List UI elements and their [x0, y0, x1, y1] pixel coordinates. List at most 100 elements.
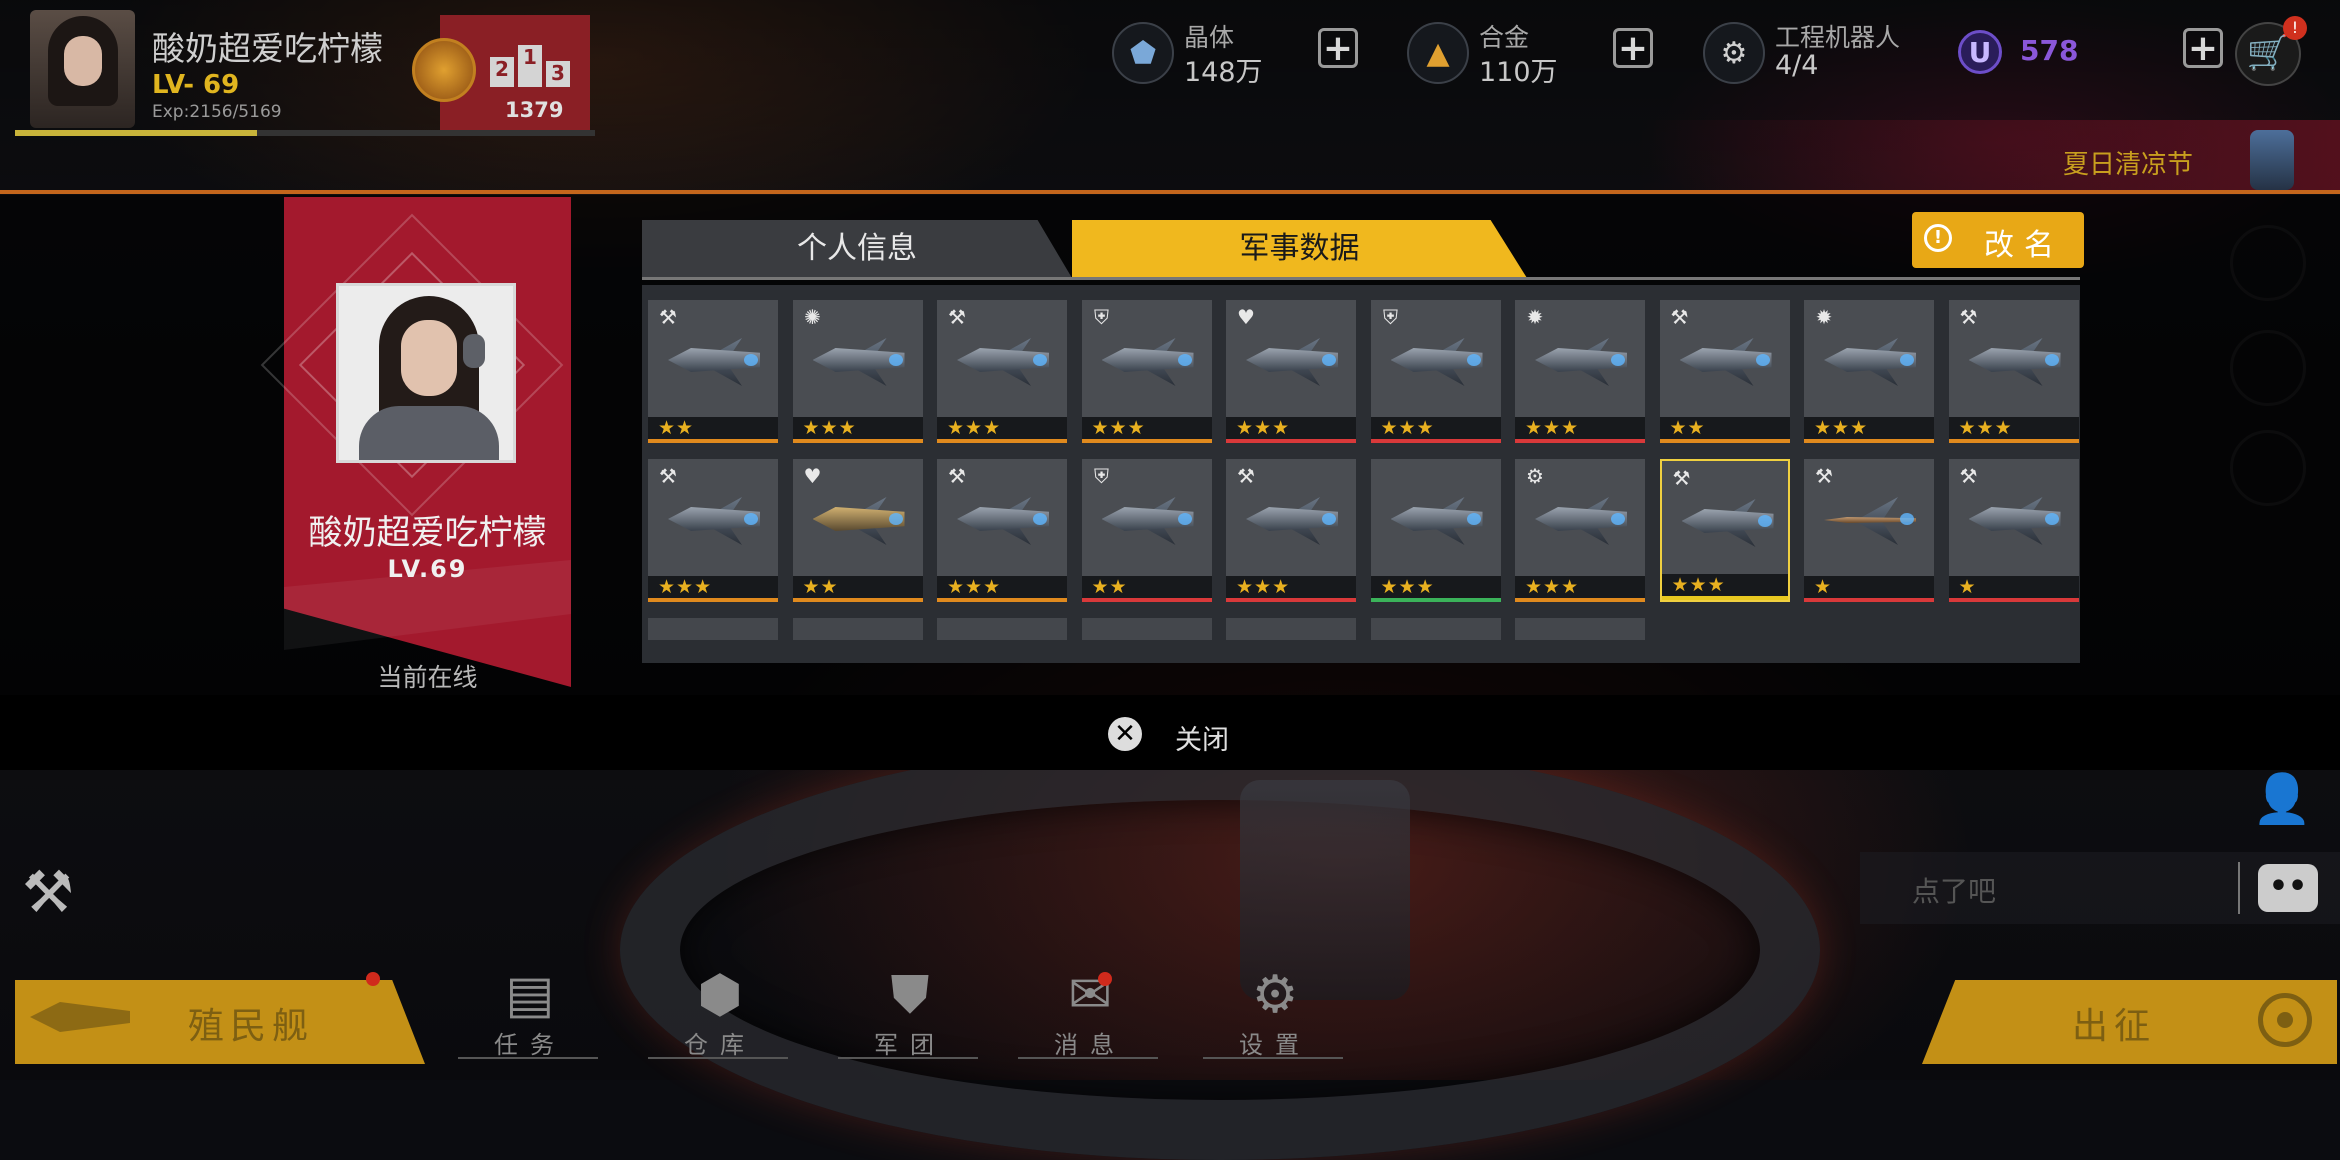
podium-second: 2 — [490, 57, 514, 87]
ship-card[interactable]: ♥ ★★ — [792, 459, 923, 602]
ship-card[interactable]: ⚒ ★★★ — [648, 459, 778, 602]
premium-currency-icon: U — [1958, 30, 2002, 74]
player-name: 酸奶超爱吃柠檬 — [152, 29, 383, 68]
ship-class-icon: ⚒ — [659, 464, 677, 488]
ship-card[interactable]: ✹ ★★★ — [1804, 300, 1934, 443]
ship-icon — [947, 330, 1057, 395]
ship-card[interactable]: ✹ ★★★ — [1515, 300, 1645, 443]
star-rating: ★★★ — [1380, 576, 1435, 598]
ship-class-icon: ⛨ — [1383, 305, 1398, 329]
rarity-bar — [1661, 596, 1788, 600]
event-label[interactable]: 夏日清凉节 — [2063, 144, 2193, 181]
notification-dot — [1098, 972, 1112, 986]
ship-card[interactable]: ⛨ ★★★ — [1081, 300, 1212, 443]
rarity-bar — [1515, 598, 1645, 602]
ship-card[interactable]: ⚒ ★★★ — [1948, 300, 2079, 443]
ship-card[interactable]: ⛨ ★★ — [1081, 459, 1212, 602]
rename-button[interactable]: ! 改名 — [1912, 212, 2084, 268]
rarity-bar — [1948, 439, 2079, 443]
ship-card[interactable]: ⚒ ★ — [1804, 459, 1934, 602]
rarity-bar — [1804, 598, 1934, 602]
chat-icon[interactable]: •• — [2258, 864, 2318, 912]
online-status: 当前在线 — [377, 663, 478, 692]
hud-divider — [0, 190, 2340, 194]
ship-card-slot[interactable] — [648, 618, 778, 640]
close-icon[interactable]: ✕ — [1108, 717, 1142, 751]
nav-legion[interactable]: ⛊ 军团 — [838, 965, 978, 1065]
chat-placeholder[interactable]: 点了吧 — [1912, 870, 1996, 910]
ship-card[interactable]: ✺ ★★★ — [792, 300, 923, 443]
ship-card[interactable]: ⚒ ★★★ — [1659, 459, 1790, 602]
ship-card[interactable]: ⛨ ★★★ — [1370, 300, 1501, 443]
ship-card[interactable]: ⚒ ★★★ — [937, 300, 1067, 443]
ship-card[interactable]: ⚒ ★ — [1948, 459, 2079, 602]
ship-card[interactable]: ♥ ★★★ — [1226, 300, 1356, 443]
notification-dot — [366, 972, 380, 986]
nav-label: 任务 — [494, 1031, 566, 1059]
nav-warehouse[interactable]: ⬢ 仓库 — [648, 965, 788, 1065]
resource-label: 合金 — [1479, 23, 1530, 52]
nav-settings[interactable]: ⚙ 设置 — [1203, 965, 1343, 1065]
ship-icon — [803, 489, 913, 554]
contact-icon[interactable]: 👤 — [2252, 770, 2312, 827]
podium-third: 3 — [546, 61, 570, 87]
rarity-bar — [937, 598, 1067, 602]
nav-mission[interactable]: ▤ 任务 — [458, 965, 598, 1065]
rarity-bar — [1081, 598, 1212, 602]
ship-card-slot[interactable] — [1226, 618, 1356, 640]
add-alloy-button[interactable]: + — [1613, 28, 1653, 68]
star-rating: ★★★ — [947, 417, 1002, 439]
add-premium-button[interactable]: + — [2183, 28, 2223, 68]
resource-value: 148万 — [1184, 57, 1263, 88]
nav-message[interactable]: ✉ 消息 — [1018, 965, 1158, 1065]
ship-card[interactable]: ⚒ ★★ — [1659, 300, 1790, 443]
ship-card-slot[interactable] — [937, 618, 1067, 640]
ship-icon — [658, 330, 768, 395]
rarity-bar — [1515, 439, 1645, 443]
ship-grid: ⚒ ★★ ✺ ★★★ ⚒ ★★★ ⛨ ★★★ ♥ ★★★ ⛨ ★★★ ✹ ★★★ ⚒ ★★ ✹ ★★★ ⚒ ★★★ ⚒ ★… — [642, 285, 2080, 663]
tools-icon[interactable]: ⚒ — [22, 858, 74, 926]
ship-class-icon: ✹ — [1815, 305, 1833, 329]
ship-class-icon: ⚒ — [1815, 464, 1833, 488]
shop-badge: ! — [2283, 16, 2307, 40]
rarity-bar — [1226, 598, 1356, 602]
ship-card[interactable]: ⚒ ★★ — [648, 300, 778, 443]
star-rating: ★★★ — [1525, 417, 1580, 439]
nav-label: 军团 — [874, 1031, 946, 1059]
colony-ship-label[interactable]: 殖民舰 — [188, 997, 314, 1049]
ship-card[interactable]: ★★★ — [1370, 459, 1501, 602]
mission-icon: ▤ — [505, 965, 555, 1025]
target-icon[interactable] — [2258, 993, 2312, 1047]
tab-personal-info[interactable]: 个人信息 — [642, 220, 1072, 278]
ship-card-slot[interactable] — [1370, 618, 1501, 640]
star-rating: ★★★ — [802, 417, 857, 439]
add-crystal-button[interactable]: + — [1318, 28, 1358, 68]
ship-class-icon: ⚒ — [1959, 464, 1978, 488]
ship-class-icon: ✺ — [804, 305, 821, 329]
ship-icon — [1814, 330, 1924, 395]
star-rating: ★★★ — [1380, 417, 1435, 439]
warehouse-icon: ⬢ — [697, 965, 743, 1025]
ship-card[interactable]: ⚙ ★★★ — [1515, 459, 1645, 602]
event-icon[interactable] — [2250, 130, 2294, 190]
settings-icon: ⚙ — [1251, 965, 1299, 1025]
tab-military-data[interactable]: 军事数据 — [1072, 220, 1527, 278]
ship-card[interactable]: ⚒ ★★★ — [1226, 459, 1356, 602]
star-rating: ★★★ — [1236, 417, 1291, 439]
player-avatar[interactable] — [30, 10, 135, 128]
star-rating: ★ — [1814, 576, 1833, 598]
ship-icon — [1814, 489, 1924, 554]
ship-card-slot[interactable] — [1515, 618, 1645, 640]
ship-card[interactable]: ⚒ ★★★ — [937, 459, 1067, 602]
profile-portrait[interactable] — [336, 283, 516, 463]
resource-value: 4/4 — [1775, 50, 1819, 81]
event-banner[interactable] — [1640, 120, 2340, 190]
ship-icon — [1959, 489, 2069, 554]
ship-card-slot[interactable] — [792, 618, 923, 640]
rarity-bar — [1804, 439, 1934, 443]
ship-card-slot[interactable] — [1081, 618, 1212, 640]
podium-first: 1 — [518, 45, 542, 87]
close-label[interactable]: 关闭 — [1175, 718, 1229, 757]
exp-bar-fill — [15, 130, 257, 136]
depart-label[interactable]: 出征 — [2072, 997, 2156, 1049]
